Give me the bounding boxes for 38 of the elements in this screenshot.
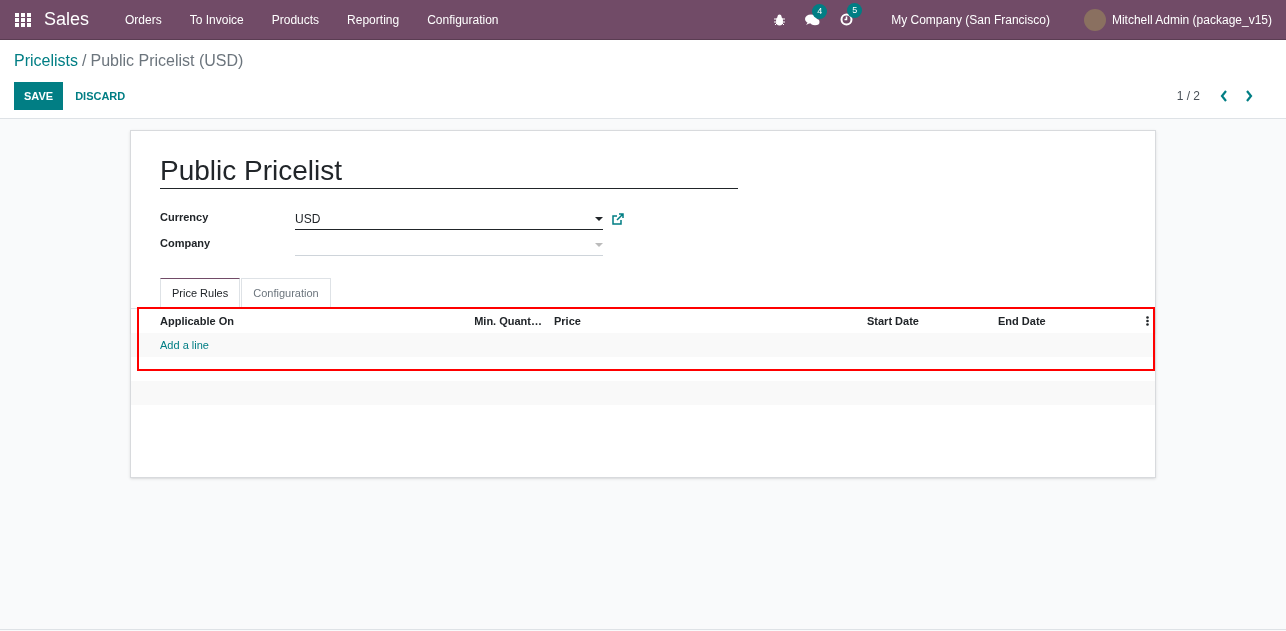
- field-label: Company: [160, 235, 212, 251]
- external-link-icon[interactable]: [612, 213, 624, 225]
- avatar: [1083, 8, 1106, 31]
- discard-button[interactable]: DISCARD: [65, 82, 136, 110]
- caret-icon: [595, 242, 603, 247]
- add-line-link[interactable]: Add a line: [160, 336, 209, 354]
- next-icon[interactable]: [1245, 90, 1253, 102]
- record-title[interactable]: Public Pricelist: [160, 153, 738, 189]
- column-header[interactable]: Start Date: [867, 312, 998, 330]
- save-button[interactable]: SAVE: [14, 82, 64, 110]
- menu-item[interactable]: To Invoice: [175, 10, 258, 29]
- previous-icon[interactable]: [1220, 90, 1228, 102]
- column-header[interactable]: Price: [542, 312, 867, 330]
- tab[interactable]: Price Rules: [160, 278, 241, 308]
- column-options-icon[interactable]: [1146, 316, 1149, 326]
- column-header[interactable]: Applicable On: [160, 312, 459, 330]
- user-menu[interactable]: Mitchell Admin (package_v15): [1111, 10, 1272, 29]
- app-name[interactable]: Sales: [44, 6, 90, 33]
- menu-item[interactable]: Products: [257, 10, 334, 29]
- count-badge: 4: [812, 3, 828, 19]
- breadcrumb-separator: /: [82, 52, 87, 69]
- tab[interactable]: Configuration: [241, 278, 331, 308]
- breadcrumb-current: Public Pricelist (USD): [90, 52, 244, 69]
- breadcrumb-link[interactable]: Pricelists: [14, 52, 78, 69]
- menu-item[interactable]: Configuration: [413, 10, 513, 29]
- pager-value: 1 / 2: [1176, 88, 1200, 105]
- bug-icon[interactable]: [774, 13, 786, 26]
- menu-item[interactable]: Reporting: [333, 10, 414, 29]
- column-header[interactable]: Min. Quant…: [459, 312, 542, 330]
- app-grid-icon[interactable]: [15, 12, 31, 27]
- company-switcher[interactable]: My Company (San Francisco): [891, 10, 1050, 29]
- column-header[interactable]: End Date: [998, 312, 1138, 330]
- caret-icon: [595, 216, 603, 221]
- menu-item[interactable]: Orders: [111, 10, 176, 29]
- count-badge: 5: [847, 3, 863, 18]
- field-label: Currency: [160, 209, 210, 225]
- dropdown-field[interactable]: USD: [295, 208, 603, 230]
- clock-icon[interactable]: [840, 13, 854, 26]
